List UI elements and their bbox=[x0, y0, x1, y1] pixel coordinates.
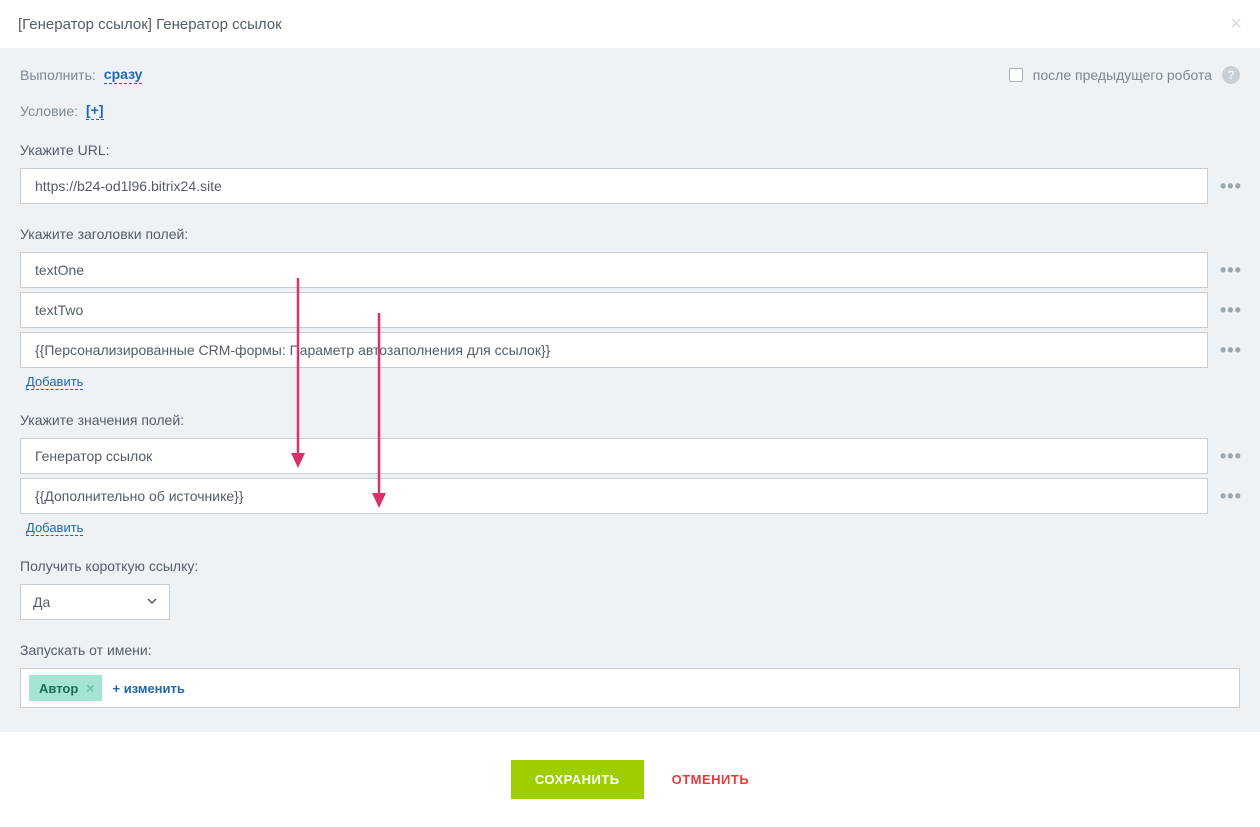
execute-label: Выполнить: bbox=[20, 67, 96, 83]
header-input-2[interactable] bbox=[20, 332, 1208, 368]
help-icon[interactable]: ? bbox=[1222, 66, 1240, 84]
url-label: Укажите URL: bbox=[20, 142, 1240, 158]
header-input-1[interactable] bbox=[20, 292, 1208, 328]
runas-tag: Автор × bbox=[29, 675, 102, 701]
values-label: Укажите значения полей: bbox=[20, 412, 1240, 428]
more-icon[interactable]: ••• bbox=[1220, 341, 1240, 359]
condition-label: Условие: bbox=[20, 103, 78, 119]
cancel-button[interactable]: ОТМЕНИТЬ bbox=[672, 772, 750, 787]
execute-value-link[interactable]: сразу bbox=[104, 66, 143, 84]
more-icon[interactable]: ••• bbox=[1220, 447, 1240, 465]
runas-tag-label: Автор bbox=[39, 681, 78, 696]
shortlink-label: Получить короткую ссылку: bbox=[20, 558, 1240, 574]
runas-change-link[interactable]: + изменить bbox=[112, 681, 184, 696]
condition-add-link[interactable]: [+] bbox=[86, 102, 104, 120]
shortlink-select[interactable]: Да bbox=[20, 584, 170, 620]
tag-remove-icon[interactable]: × bbox=[86, 680, 94, 696]
url-input[interactable] bbox=[20, 168, 1208, 204]
more-icon[interactable]: ••• bbox=[1220, 487, 1240, 505]
add-value-link[interactable]: Добавить bbox=[26, 520, 83, 536]
header-input-0[interactable] bbox=[20, 252, 1208, 288]
plus-icon: + bbox=[112, 681, 123, 696]
more-icon[interactable]: ••• bbox=[1220, 177, 1240, 195]
save-button[interactable]: СОХРАНИТЬ bbox=[511, 760, 644, 799]
runas-label: Запускать от имени: bbox=[20, 642, 1240, 658]
after-previous-label: после предыдущего робота bbox=[1033, 67, 1212, 83]
value-input-0[interactable] bbox=[20, 438, 1208, 474]
close-icon[interactable]: × bbox=[1230, 14, 1242, 34]
add-header-link[interactable]: Добавить bbox=[26, 374, 83, 390]
runas-field[interactable]: Автор × + изменить bbox=[20, 668, 1240, 708]
dialog-title: [Генератор ссылок] Генератор ссылок bbox=[18, 16, 282, 33]
more-icon[interactable]: ••• bbox=[1220, 261, 1240, 279]
headers-label: Укажите заголовки полей: bbox=[20, 226, 1240, 242]
after-previous-checkbox[interactable] bbox=[1009, 68, 1023, 82]
more-icon[interactable]: ••• bbox=[1220, 301, 1240, 319]
value-input-1[interactable] bbox=[20, 478, 1208, 514]
